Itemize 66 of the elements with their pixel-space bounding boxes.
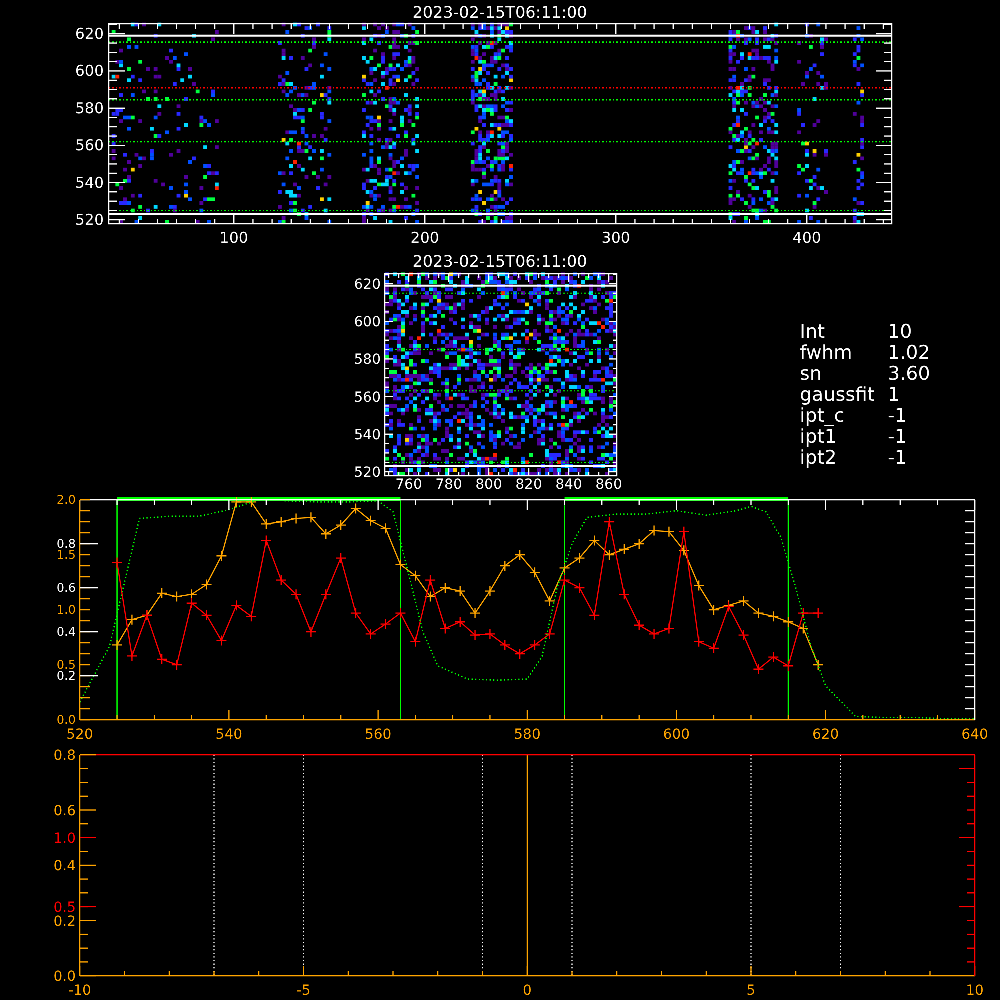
axis-tick-label: 580 (514, 727, 541, 743)
axis-tick-label: 0.4 (54, 858, 76, 874)
parameter-value: 3.60 (888, 364, 930, 385)
axis-tick-label: 2.0 (56, 493, 76, 507)
axis-tick-label: 600 (75, 62, 104, 80)
axis-tick-label: 540 (75, 174, 104, 192)
axis-tick-label: 0.2 (54, 914, 76, 930)
axis-tick-label: 400 (792, 229, 822, 247)
axis-tick-label: 540 (354, 427, 381, 444)
axis-tick-label: 600 (663, 727, 690, 743)
axis-tick-label: 520 (75, 211, 104, 229)
axis-tick-label: 840 (556, 477, 582, 490)
axis-tick-label: 0.8 (54, 748, 76, 764)
axis-tick-label: 780 (436, 477, 462, 490)
axis-tick-label: 300 (602, 229, 630, 247)
axis-tick-label: 600 (354, 314, 381, 331)
axis-tick-label: 0.2 (56, 669, 76, 683)
parameter-value: 1 (888, 385, 900, 406)
axis-tick-label: 0.0 (56, 713, 76, 727)
parameter-value: 10 (888, 322, 912, 343)
parameter-value: 1.02 (888, 343, 930, 364)
axis-tick-label: 760 (396, 477, 422, 490)
axis-tick-label: 560 (75, 136, 104, 155)
parameter-label: ipt1 (800, 427, 837, 448)
axis-tick-label: 0.0 (54, 969, 76, 985)
parameter-label: fwhm (800, 343, 854, 364)
axis-tick-label: 860 (596, 477, 622, 490)
plot-title: 2023-02-15T06:11:00 (412, 252, 588, 271)
axis-tick-label: 580 (75, 99, 104, 118)
axis-tick-label: 800 (476, 477, 502, 490)
plot-title: 2023-02-15T06:11:00 (412, 3, 588, 22)
axis-tick-label: 5 (746, 983, 756, 999)
axis-tick-label: 0 (523, 983, 532, 999)
axis-tick-label: 0.5 (54, 900, 76, 916)
axis-tick-label: 580 (354, 352, 381, 368)
axis-tick-label: 620 (354, 277, 381, 293)
parameter-value: -1 (888, 406, 907, 427)
axis-tick-label: 0.5 (56, 658, 76, 672)
axis-tick-label: 820 (516, 477, 542, 490)
axis-tick-label: 1.0 (56, 603, 76, 617)
parameter-label: ipt_c (800, 406, 846, 427)
axis-tick-label: 540 (216, 727, 243, 743)
axis-tick-label: 100 (220, 229, 248, 247)
axis-tick-label: 640 (962, 727, 988, 743)
parameter-label: gaussfit (800, 385, 876, 406)
parameter-label: sn (800, 364, 823, 385)
axis-tick-label: -10 (68, 983, 92, 999)
axis-tick-label: 0.8 (56, 537, 76, 551)
axis-tick-label: 520 (66, 727, 94, 743)
axis-tick-label: 0.4 (56, 625, 76, 639)
axis-tick-label: 1.0 (54, 830, 76, 847)
axis-tick-label: 10 (966, 983, 984, 999)
axis-tick-label: 0.6 (54, 803, 76, 820)
axis-tick-label: 1.5 (56, 548, 76, 562)
parameter-value: -1 (888, 448, 907, 469)
axis-tick-label: 560 (364, 727, 392, 743)
axis-tick-label: 200 (410, 229, 440, 247)
axis-tick-label: 0.6 (56, 581, 76, 595)
axis-tick-label: 520 (354, 465, 381, 481)
parameter-value: -1 (888, 427, 907, 448)
parameter-label: Int (800, 322, 826, 343)
axis-tick-label: -5 (296, 983, 311, 999)
parameter-label: ipt2 (800, 448, 838, 469)
axis-tick-label: 560 (354, 390, 381, 406)
axis-tick-label: 620 (75, 25, 104, 43)
axis-tick-label: 620 (812, 727, 840, 743)
